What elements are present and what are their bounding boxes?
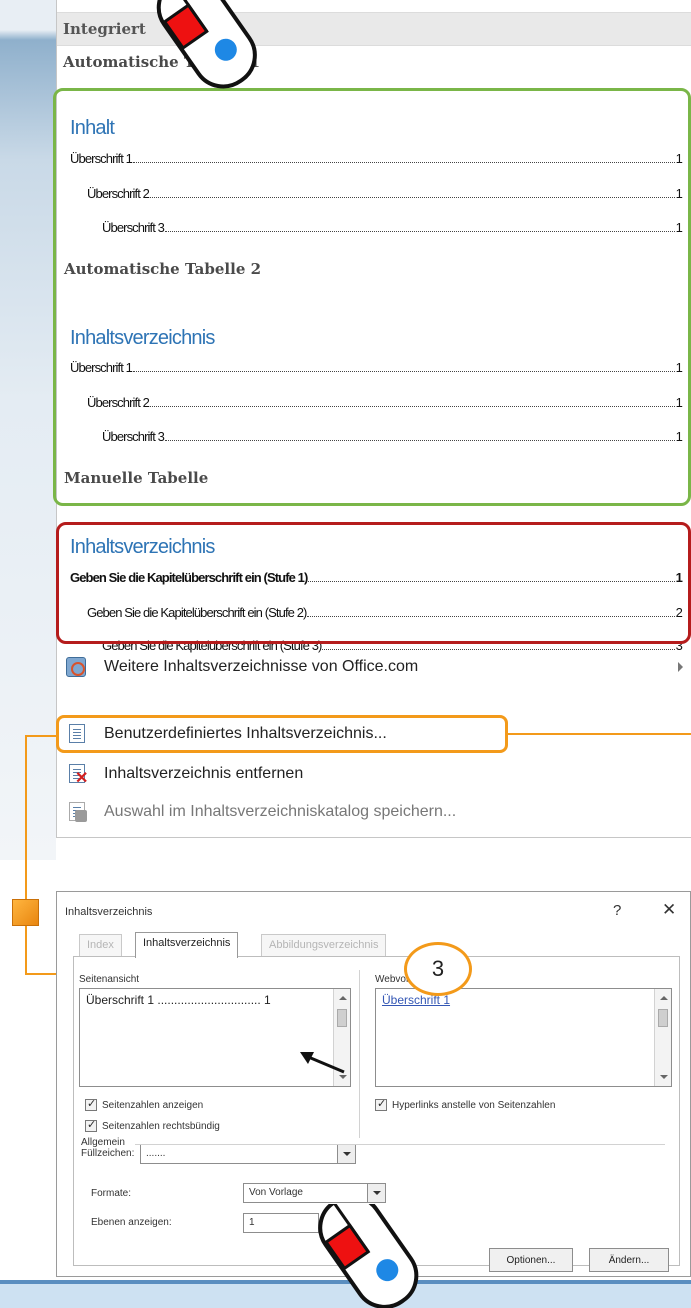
- background-document-area: [0, 0, 56, 860]
- save-to-gallery-icon: [66, 801, 88, 823]
- menu-item-save-selection: Auswahl im Inhaltsverzeichniskatalog spe…: [58, 797, 691, 827]
- highlight-frame-custom-toc: [56, 715, 508, 753]
- menu-item-remove-toc[interactable]: ✕ Inhaltsverzeichnis entfernen: [58, 759, 691, 789]
- print-preview-label: Seitenansicht: [79, 974, 140, 985]
- tab-leader-label: Füllzeichen:: [81, 1148, 135, 1159]
- mouse-click-icon: [318, 1204, 419, 1308]
- menu-item-label: Auswahl im Inhaltsverzeichniskatalog spe…: [104, 803, 457, 820]
- pointer-arrow-icon: [300, 1052, 345, 1074]
- modify-button[interactable]: Ändern...: [589, 1248, 669, 1272]
- callout-marker: [12, 899, 39, 926]
- callout-connector: [506, 733, 691, 735]
- tab-toc[interactable]: Inhaltsverzeichnis: [135, 932, 239, 958]
- preview-scrollbar[interactable]: [654, 989, 671, 1086]
- close-button[interactable]: ✕: [662, 900, 676, 920]
- divider: [135, 1144, 665, 1145]
- submenu-arrow-icon: [678, 662, 683, 672]
- show-page-numbers-checkbox[interactable]: Seitenzahlen anzeigen: [85, 1097, 203, 1111]
- highlight-frame-automatic: [53, 88, 691, 506]
- menu-item-more-from-office[interactable]: Weitere Inhaltsverzeichnisse von Office.…: [58, 652, 691, 682]
- formats-select[interactable]: Von Vorlage: [243, 1183, 386, 1203]
- print-preview-line: Überschrift 1 ..........................…: [86, 993, 271, 1007]
- chevron-down-icon[interactable]: [367, 1184, 385, 1202]
- dialog-title: Inhaltsverzeichnis: [65, 906, 153, 918]
- options-button[interactable]: Optionen...: [489, 1248, 573, 1272]
- general-section-label: Allgemein: [81, 1137, 125, 1148]
- tab-index[interactable]: Index: [79, 934, 122, 957]
- step-number-badge: 3: [404, 942, 472, 996]
- show-levels-label: Ebenen anzeigen:: [91, 1217, 172, 1228]
- callout-connector: [25, 735, 58, 737]
- right-align-checkbox[interactable]: Seitenzahlen rechtsbündig: [85, 1118, 220, 1132]
- web-preview-box[interactable]: Überschrift 1: [375, 988, 672, 1087]
- checkbox-checked[interactable]: [85, 1097, 97, 1111]
- highlight-frame-manual: [56, 522, 691, 644]
- office-globe-icon: [66, 656, 88, 678]
- callout-connector: [25, 735, 27, 975]
- formats-label: Formate:: [91, 1188, 132, 1199]
- chevron-down-icon[interactable]: [337, 1145, 355, 1163]
- help-button[interactable]: ?: [613, 902, 621, 919]
- tab-leader-select[interactable]: .......: [140, 1144, 356, 1164]
- menu-item-label: Inhaltsverzeichnis entfernen: [104, 765, 304, 782]
- gallery-header-label: Integriert: [63, 20, 146, 38]
- menu-item-label: Weitere Inhaltsverzeichnisse von Office.…: [104, 658, 419, 675]
- checkbox-checked[interactable]: [375, 1097, 387, 1111]
- tab-figures[interactable]: Abbildungsverzeichnis: [261, 934, 387, 957]
- divider: [359, 970, 360, 1138]
- use-hyperlinks-checkbox[interactable]: Hyperlinks anstelle von Seitenzahlen: [375, 1097, 555, 1111]
- checkbox-checked[interactable]: [85, 1118, 97, 1132]
- remove-toc-icon: ✕: [66, 763, 88, 787]
- mouse-click-icon: [156, 0, 257, 89]
